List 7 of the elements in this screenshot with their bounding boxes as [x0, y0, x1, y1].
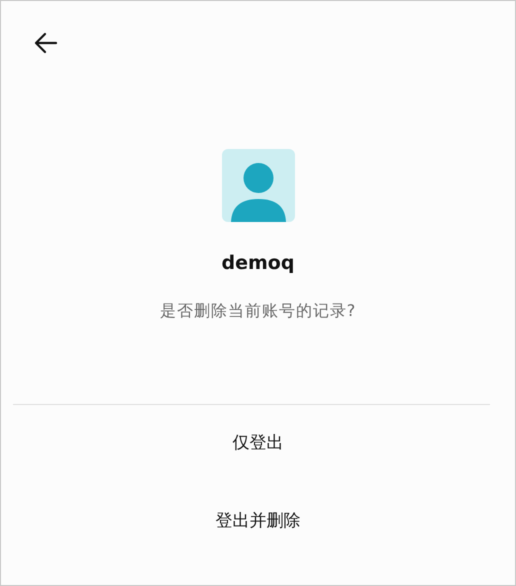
- username: demoq: [222, 251, 294, 275]
- delete-record-prompt: 是否删除当前账号的记录?: [160, 300, 356, 322]
- back-button[interactable]: [33, 31, 59, 55]
- logout-option-button[interactable]: 仅登出: [108, 405, 408, 483]
- avatar-silhouette-icon: [222, 149, 294, 222]
- logout-option-button[interactable]: 登出并删除: [108, 483, 408, 561]
- back-arrow-icon: [34, 32, 58, 54]
